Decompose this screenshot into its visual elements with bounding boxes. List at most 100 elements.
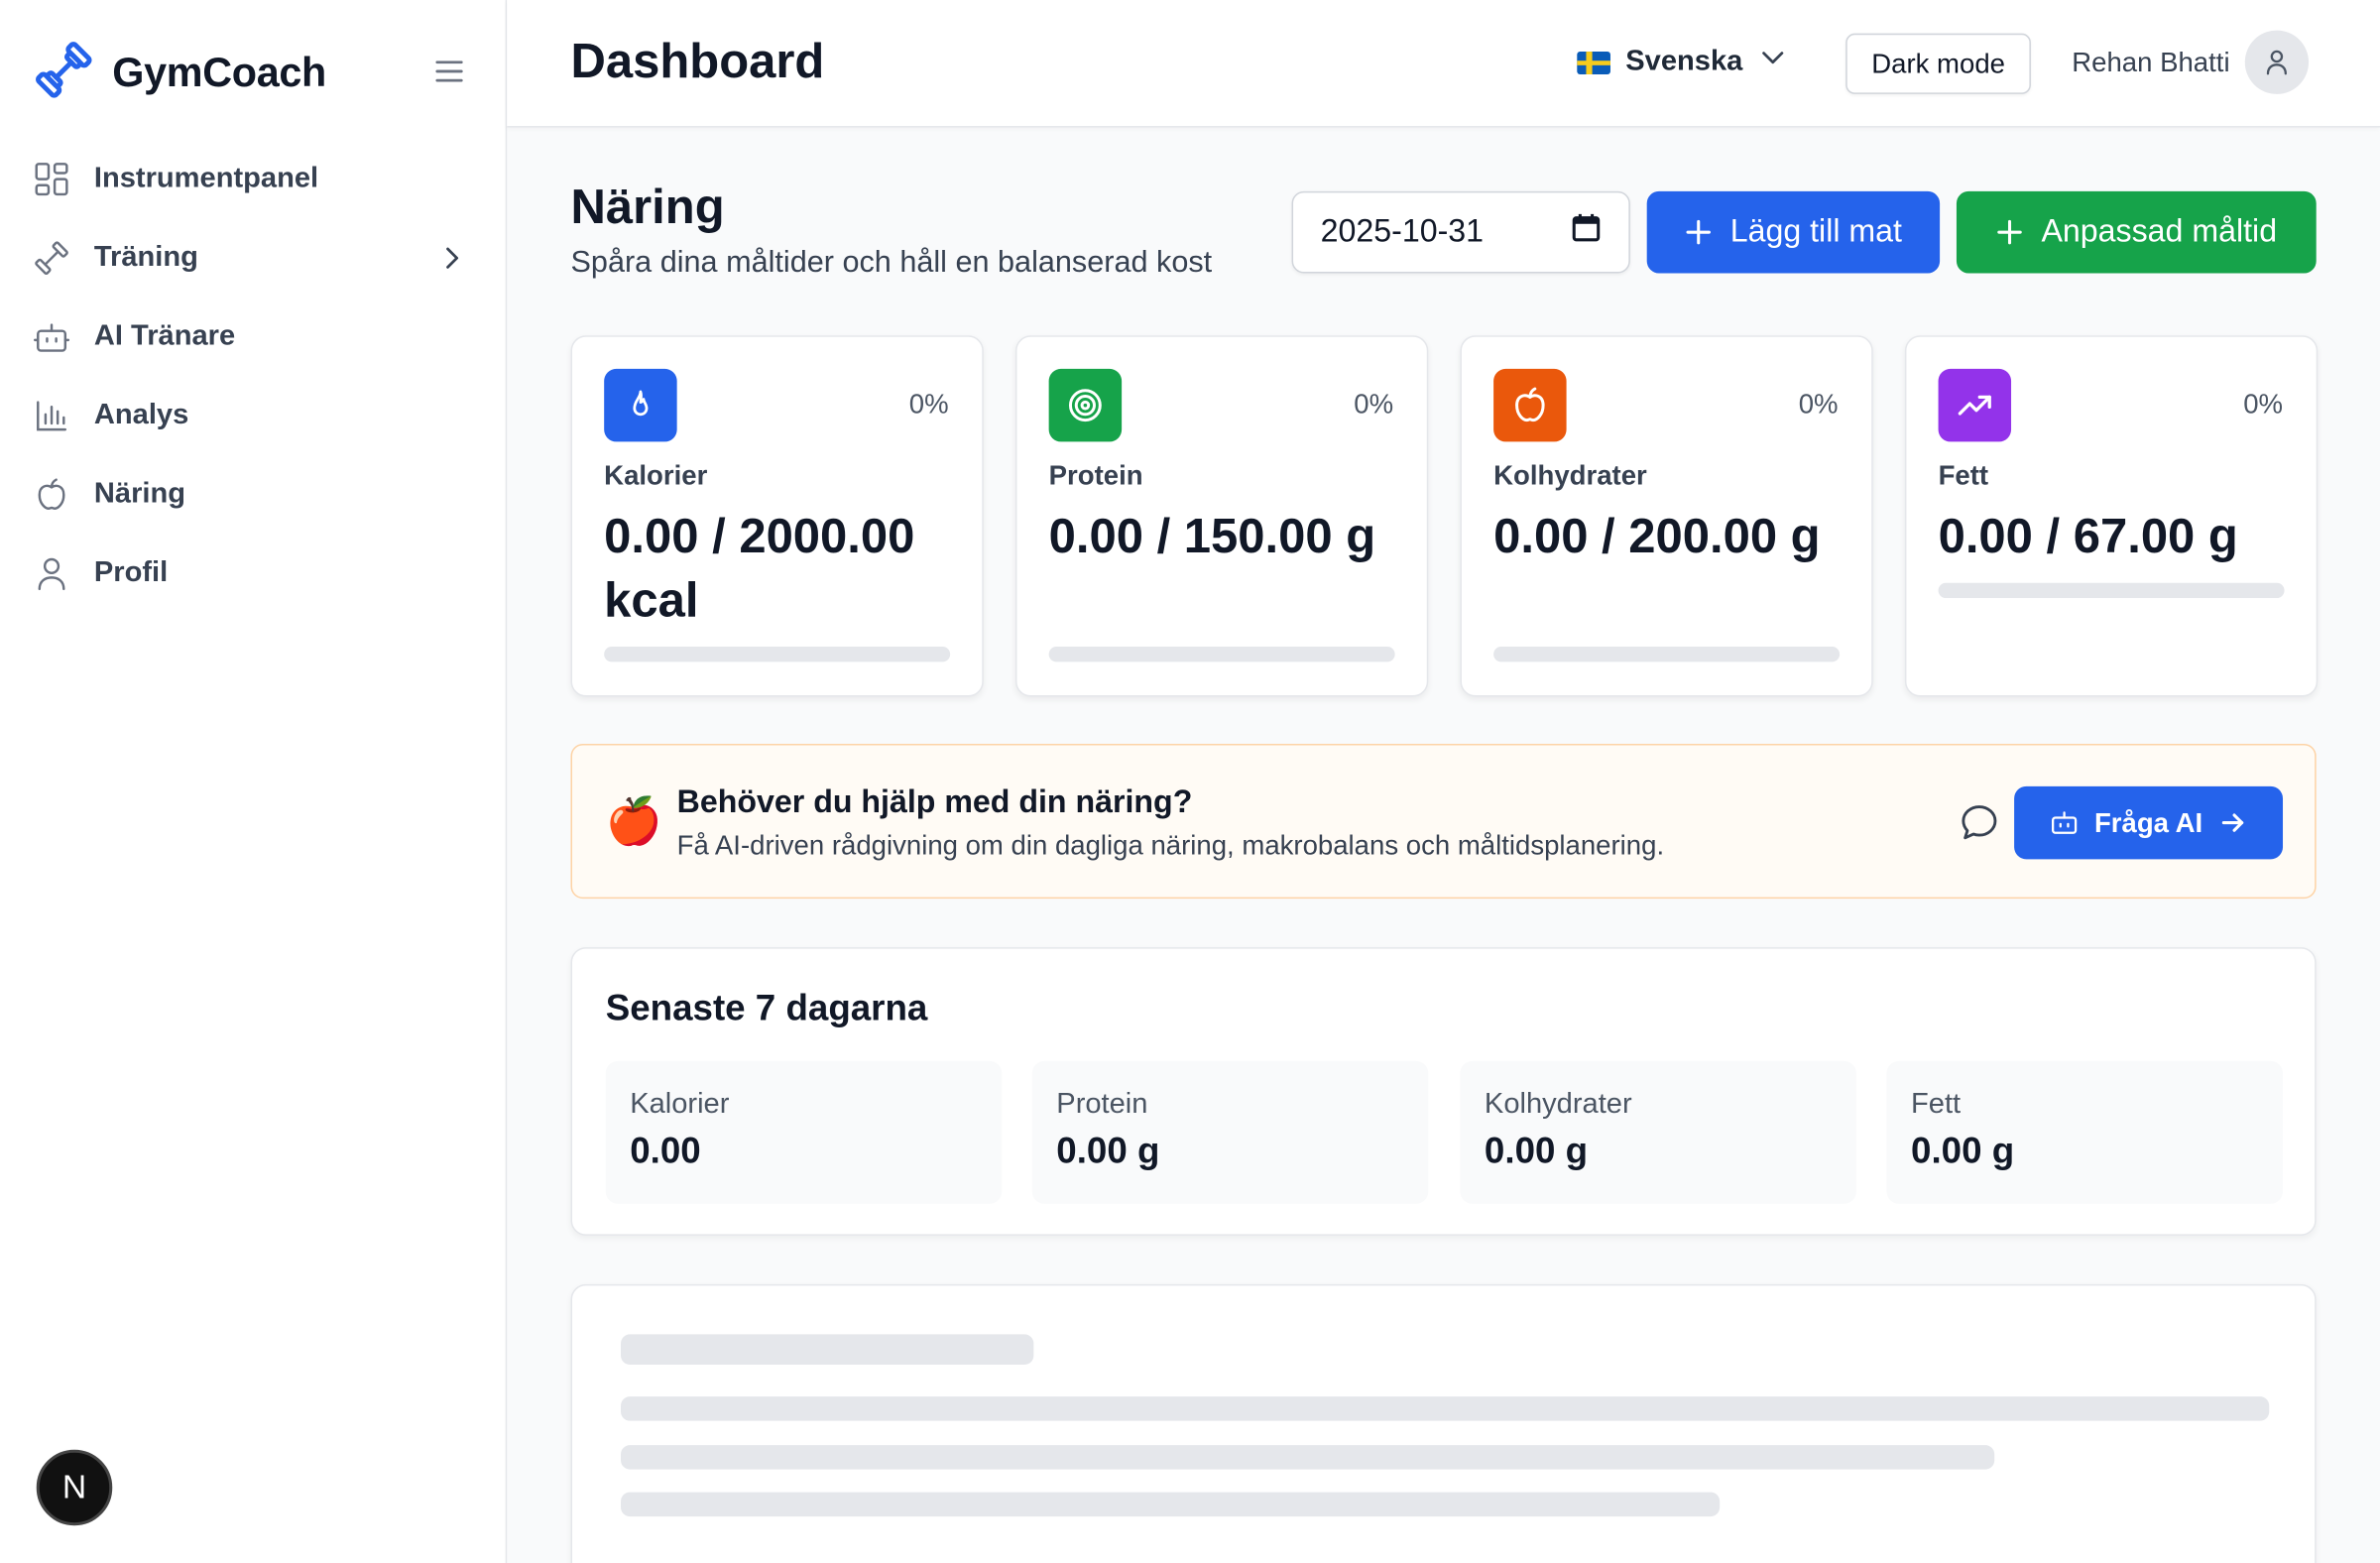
- date-input[interactable]: 2025-10-31: [1291, 190, 1630, 274]
- chat-bubble-icon: [1958, 801, 2000, 852]
- flame-icon: [604, 368, 677, 442]
- page-title: Dashboard: [570, 33, 825, 88]
- skeleton-line: [621, 1396, 2270, 1421]
- week-stat-fat: Fett 0.00 g: [1886, 1060, 2284, 1204]
- ask-ai-label: Fråga AI: [2093, 806, 2203, 838]
- sidebar-item-profil[interactable]: Profil: [0, 535, 507, 614]
- sidebar-nav: Instrumentpanel Träning AI Tränare Analy…: [0, 140, 507, 614]
- week-stat-carbs: Kolhydrater 0.00 g: [1460, 1060, 1856, 1204]
- sidebar-item-instrumentpanel[interactable]: Instrumentpanel: [0, 140, 507, 219]
- red-apple-icon: 🍎: [605, 796, 662, 848]
- help-subtitle: Få AI-driven rådgivning om din dagliga n…: [676, 830, 1665, 861]
- stat-label: Kolhydrater: [1484, 1088, 1632, 1121]
- skeleton-line: [621, 1492, 1721, 1517]
- macro-cards: 0% Kalorier 0.00 / 2000.00 kcal 0% Prote…: [570, 335, 2319, 697]
- sidebar-item-naring[interactable]: Näring: [0, 455, 507, 535]
- chevron-right-icon: [437, 243, 468, 281]
- calendar-icon[interactable]: [1571, 212, 1602, 252]
- section-subtitle: Spåra dina måltider och håll en balanser…: [570, 245, 1213, 280]
- dark-mode-button[interactable]: Dark mode: [1845, 33, 2031, 94]
- fat-progress-bar: [1938, 582, 2285, 599]
- sidebar-item-label: Näring: [93, 478, 186, 511]
- protein-percent: 0%: [1354, 388, 1394, 420]
- user-name: Rehan Bhatti: [2072, 46, 2230, 77]
- stat-label: Kalorier: [630, 1088, 730, 1121]
- plus-icon: [1997, 219, 2022, 245]
- arrow-right-icon: [2222, 813, 2244, 832]
- dumbbell-icon: [34, 240, 70, 277]
- week-title: Senaste 7 dagarna: [605, 988, 928, 1029]
- fat-label: Fett: [1938, 459, 1989, 491]
- fat-value: 0.00 / 67.00 g: [1938, 508, 2238, 563]
- stat-value: 0.00: [630, 1131, 701, 1172]
- swedish-flag-icon: [1577, 51, 1610, 74]
- brand-logo[interactable]: GymCoach: [34, 40, 326, 108]
- top-header: Dashboard Svenska Dark mode Rehan Bhatti: [507, 0, 2380, 128]
- week-stat-calories: Kalorier 0.00: [605, 1060, 1003, 1204]
- hamburger-icon: [435, 60, 463, 82]
- sidebar-item-label: Instrumentpanel: [93, 162, 319, 194]
- carbs-card: 0% Kolhydrater 0.00 / 200.00 g: [1460, 335, 1873, 697]
- fat-percent: 0%: [2243, 388, 2284, 420]
- sidebar-toggle-button[interactable]: [431, 55, 468, 88]
- protein-label: Protein: [1048, 459, 1143, 491]
- bar-chart-icon: [34, 398, 70, 434]
- carbs-label: Kolhydrater: [1493, 459, 1647, 491]
- calories-card: 0% Kalorier 0.00 / 2000.00 kcal: [570, 335, 984, 697]
- add-food-button[interactable]: Lägg till mat: [1646, 190, 1941, 274]
- sidebar-item-label: Analys: [93, 399, 189, 431]
- carbs-percent: 0%: [1798, 388, 1839, 420]
- carbs-progress-bar: [1493, 647, 1841, 662]
- protein-value: 0.00 / 150.00 g: [1048, 508, 1376, 563]
- trending-up-icon: [1938, 368, 2012, 442]
- sidebar-item-ai-tranare[interactable]: AI Tränare: [0, 298, 507, 377]
- ai-help-banner: 🍎 Behöver du hjälp med din näring? Få AI…: [570, 743, 2317, 900]
- custom-meal-button[interactable]: Anpassad måltid: [1956, 190, 2317, 274]
- app-name: GymCoach: [112, 50, 327, 96]
- ask-ai-button[interactable]: Fråga AI: [2014, 785, 2284, 860]
- add-food-label: Lägg till mat: [1729, 213, 1903, 250]
- loading-skeleton-card: [570, 1283, 2317, 1563]
- nextjs-dev-badge[interactable]: N: [36, 1449, 113, 1526]
- carbs-value: 0.00 / 200.00 g: [1493, 508, 1821, 563]
- stat-label: Fett: [1911, 1088, 1962, 1121]
- stat-label: Protein: [1056, 1088, 1148, 1121]
- calories-progress-bar: [604, 647, 951, 662]
- sidebar-item-traning[interactable]: Träning: [0, 218, 507, 298]
- fat-card: 0% Fett 0.00 / 67.00 g: [1904, 335, 2319, 697]
- user-icon: [2266, 50, 2288, 75]
- stat-value: 0.00 g: [1056, 1131, 1160, 1172]
- calories-percent: 0%: [908, 388, 949, 420]
- stat-value: 0.00 g: [1911, 1131, 2015, 1172]
- language-label: Svenska: [1625, 45, 1743, 78]
- protein-progress-bar: [1048, 647, 1395, 662]
- sidebar-item-label: Träning: [93, 241, 198, 274]
- sidebar-item-label: AI Tränare: [93, 319, 236, 353]
- last-7-days-card: Senaste 7 dagarna Kalorier 0.00 Protein …: [570, 947, 2317, 1236]
- apple-icon: [34, 477, 70, 514]
- skeleton-line: [621, 1445, 1995, 1470]
- skeleton-line: [621, 1334, 1034, 1366]
- calories-label: Kalorier: [604, 459, 708, 491]
- plus-icon: [1686, 219, 1711, 245]
- user-menu[interactable]: Rehan Bhatti: [2072, 30, 2310, 94]
- robot-icon: [2051, 811, 2077, 834]
- dashboard-grid-icon: [34, 161, 70, 197]
- sidebar-item-label: Profil: [93, 556, 169, 589]
- dumbbell-logo-icon: [34, 40, 94, 108]
- calories-value: 0.00 / 2000.00 kcal: [604, 508, 915, 628]
- help-title: Behöver du hjälp med din näring?: [676, 784, 1193, 820]
- sidebar: GymCoach Instrumentpanel Träning AI Trän…: [0, 0, 508, 1563]
- language-selector[interactable]: Svenska: [1577, 43, 1788, 82]
- robot-icon: [33, 318, 70, 355]
- week-stat-protein: Protein 0.00 g: [1031, 1060, 1429, 1204]
- custom-meal-label: Anpassad måltid: [2041, 213, 2278, 250]
- target-icon: [1048, 368, 1123, 442]
- user-icon: [34, 555, 70, 592]
- sidebar-item-analys[interactable]: Analys: [0, 377, 507, 456]
- protein-card: 0% Protein 0.00 / 150.00 g: [1014, 335, 1429, 697]
- avatar[interactable]: [2244, 30, 2310, 94]
- stat-value: 0.00 g: [1484, 1131, 1589, 1172]
- section-title: Näring: [570, 179, 725, 234]
- apple-icon: [1493, 368, 1567, 442]
